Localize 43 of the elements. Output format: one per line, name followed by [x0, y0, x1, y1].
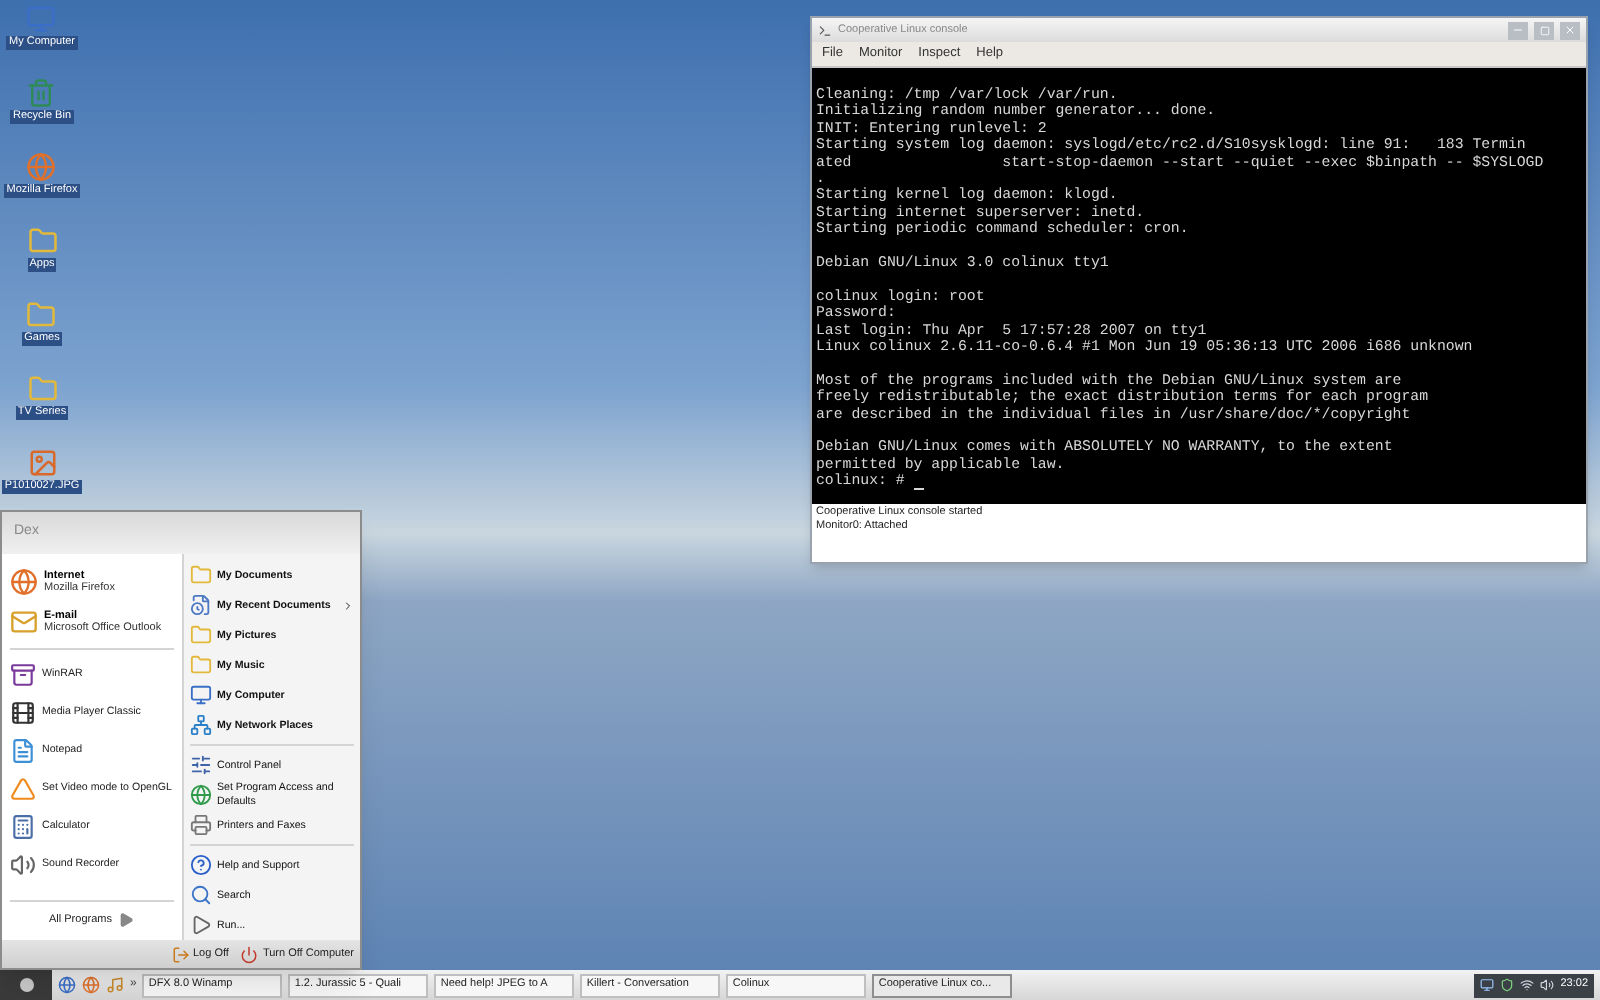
archive-icon	[10, 662, 36, 689]
globe-icon[interactable]	[58, 976, 76, 994]
printer-icon	[189, 814, 211, 837]
monitor-icon	[26, 4, 57, 34]
trash-icon	[26, 78, 57, 108]
globe-icon	[189, 784, 211, 807]
shield-icon[interactable]	[1500, 978, 1515, 992]
music-icon[interactable]	[106, 976, 124, 994]
arrow-icon	[117, 912, 134, 929]
globe-icon[interactable]	[82, 976, 100, 994]
speaker-icon	[10, 852, 36, 879]
minimize-icon	[1512, 24, 1524, 36]
monitor-icon[interactable]	[1480, 978, 1495, 992]
triangle-icon	[10, 776, 36, 803]
cursor-icon	[914, 487, 925, 490]
folder-icon	[26, 300, 57, 330]
close-icon	[1564, 24, 1576, 36]
mail-icon	[10, 608, 38, 637]
folder-icon	[189, 564, 211, 587]
maximize-icon	[1539, 25, 1549, 35]
play-icon	[189, 914, 211, 937]
speaker-icon[interactable]	[1540, 978, 1555, 992]
folder-icon	[189, 654, 211, 677]
folder-icon	[27, 226, 57, 256]
film-icon	[10, 700, 36, 727]
monitor-icon	[189, 684, 211, 707]
document-icon	[10, 738, 36, 765]
help-icon	[189, 854, 211, 877]
terminal-icon	[818, 23, 832, 37]
globe-icon	[26, 152, 57, 182]
network-icon	[189, 714, 211, 737]
document-clock-icon	[189, 594, 211, 617]
wifi-icon[interactable]	[1520, 978, 1535, 992]
logout-icon	[171, 945, 189, 964]
search-icon	[189, 884, 211, 907]
globe-icon	[10, 568, 38, 597]
power-icon	[240, 945, 259, 964]
folder-icon	[27, 374, 57, 404]
sliders-icon	[189, 754, 211, 777]
image-icon	[27, 448, 57, 478]
start-button[interactable]	[0, 970, 52, 1000]
folder-icon	[189, 624, 211, 647]
calculator-icon	[10, 814, 36, 841]
